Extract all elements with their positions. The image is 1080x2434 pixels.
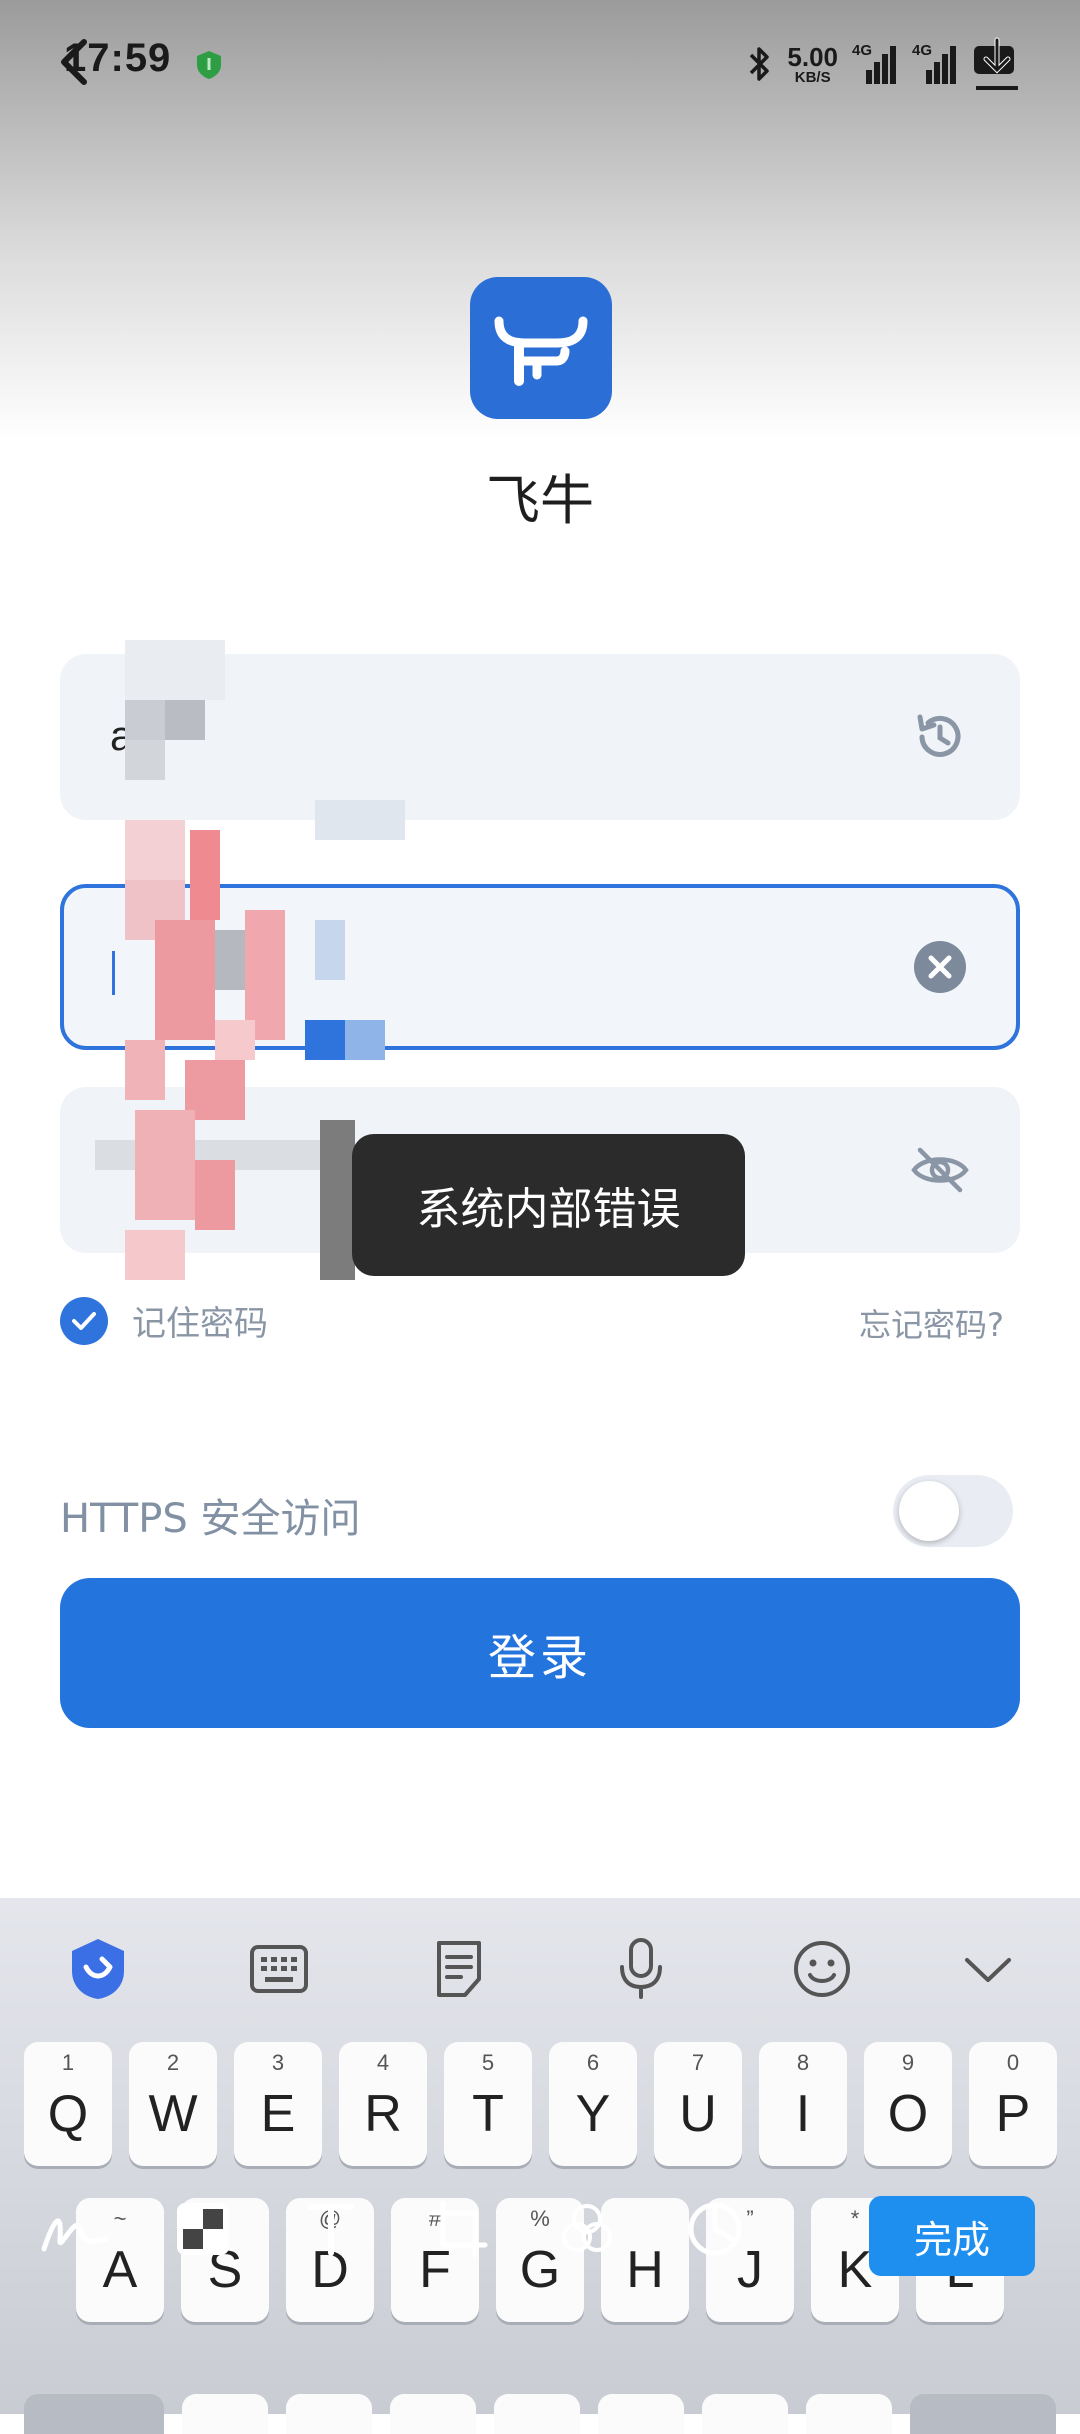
emoji-icon[interactable] [787,1934,857,2004]
status-indicators: 5.00 KB/S 4G 4G [747,34,1022,94]
key-label: I [795,2085,811,2143]
key-label: P [995,2085,1031,2143]
effects-icon[interactable] [552,2194,622,2264]
key-hint: 5 [481,2050,495,2075]
login-button[interactable]: 登录 [60,1578,1020,1728]
crop-icon[interactable] [424,2194,494,2264]
signal-sim1-icon: 4G [852,42,898,84]
sim1-network-tag: 4G [852,42,873,59]
checkmark-icon [72,1311,96,1330]
key-u[interactable]: 7U [654,2042,742,2166]
handwriting-icon[interactable] [40,2194,110,2264]
key-hint: 3 [271,2050,285,2075]
key-e[interactable]: 3E [234,2042,322,2166]
status-bar: 17:59 5.00 KB/S 4G 4G [0,0,1080,130]
key-label: E [260,2085,296,2143]
keyboard-key[interactable] [286,2394,372,2434]
network-speed: 5.00 KB/S [787,44,838,85]
keyboard-shift-key[interactable] [24,2394,164,2434]
key-r[interactable]: 4R [339,2042,427,2166]
sim2-network-tag: 4G [912,42,933,59]
network-speed-unit: KB/S [794,68,831,86]
remember-checkbox[interactable] [60,1296,108,1345]
key-label: W [148,2085,198,2143]
keyboard-key[interactable] [390,2394,476,2434]
collapse-chevron-icon[interactable] [953,1934,1023,2004]
key-hint: 4 [376,2050,390,2075]
key-label: R [364,2085,402,2143]
key-label: Q [47,2085,89,2143]
keyboard-key[interactable] [182,2394,268,2434]
key-hint: 0 [1006,2050,1020,2075]
key-label: O [887,2085,929,2143]
https-label: HTTPS 安全访问 [60,1496,361,1542]
error-toast: 系统内部错误 [352,1134,745,1276]
app-logo [470,277,612,419]
key-w[interactable]: 2W [129,2042,217,2166]
network-speed-value: 5.00 [787,41,838,72]
select-all-icon[interactable] [168,2194,238,2264]
key-hint: 1 [61,2050,75,2075]
key-i[interactable]: 8I [759,2042,847,2166]
keyboard-delete-key[interactable] [910,2394,1056,2434]
key-hint: 6 [586,2050,600,2075]
app-name: 飞牛 [486,469,594,532]
forgot-password-link[interactable]: 忘记密码? [859,1300,1004,1346]
key-label: U [679,2085,717,2143]
clipboard-icon[interactable] [424,1934,494,2004]
toggle-knob [899,1481,959,1541]
download-icon[interactable] [972,36,1022,92]
keyboard-key[interactable] [806,2394,892,2434]
sticker-icon[interactable] [680,2194,750,2264]
bluetooth-icon [750,47,770,81]
done-button[interactable]: 完成 [869,2196,1035,2276]
keyboard-key[interactable] [702,2394,788,2434]
key-q[interactable]: 1Q [24,2042,112,2166]
edit-tool-strip [40,2194,750,2264]
key-t[interactable]: 5T [444,2042,532,2166]
key-o[interactable]: 9O [864,2042,952,2166]
key-hint: 9 [901,2050,915,2075]
key-label: Y [575,2085,611,2143]
keyboard-toolbar [0,1898,1080,2038]
keyboard-key[interactable] [598,2394,684,2434]
remember-password-label: 记住密码 [132,1304,268,1344]
bull-logo-icon [494,316,588,386]
microphone-icon[interactable] [606,1934,676,2004]
remember-password-row[interactable]: 记住密码 [60,1296,268,1345]
security-shield-icon [197,51,221,79]
key-p[interactable]: 0P [969,2042,1057,2166]
keyboard-logo-icon[interactable] [63,1934,133,2004]
clear-icon[interactable] [910,937,970,997]
https-toggle[interactable] [893,1475,1013,1547]
key-y[interactable]: 6Y [549,2042,637,2166]
keyboard-layout-icon[interactable] [244,1934,314,2004]
text-format-icon[interactable] [296,2194,366,2264]
key-hint: 2 [166,2050,180,2075]
status-time: 17:59 [64,36,172,80]
key-label: T [472,2085,504,2143]
key-hint: 7 [691,2050,705,2075]
history-icon[interactable] [910,707,970,767]
keyboard-key[interactable] [494,2394,580,2434]
key-hint: 8 [796,2050,810,2075]
eye-off-icon[interactable] [910,1140,970,1200]
signal-sim2-icon: 4G [912,42,958,84]
